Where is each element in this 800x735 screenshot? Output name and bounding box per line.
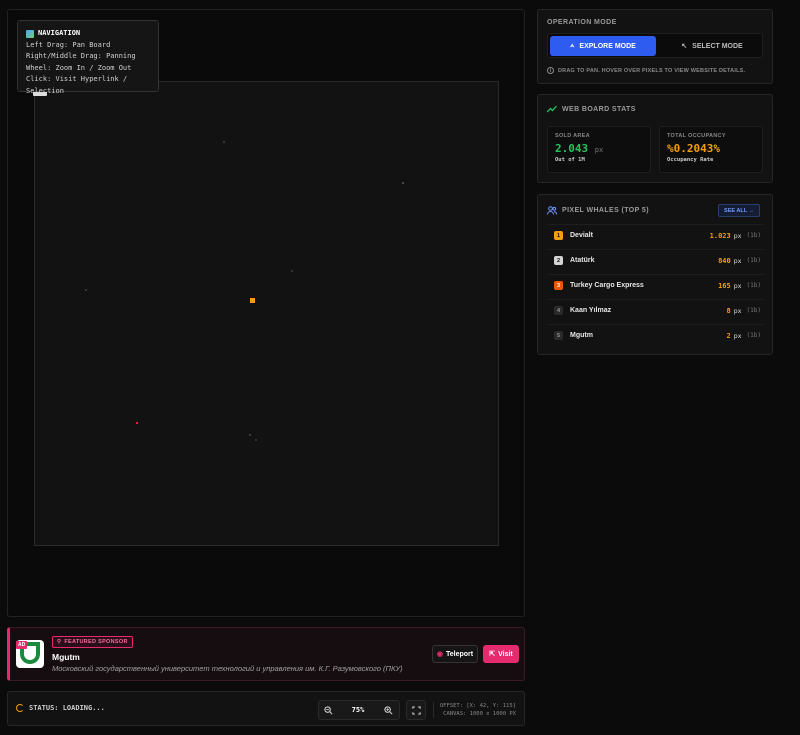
coordinates-readout: OFFSET: [X: 42, Y: 115] CANVAS: 1000 x 1… [432, 702, 516, 718]
users-icon [547, 206, 557, 215]
whale-name: Atatürk [570, 257, 595, 264]
whale-row[interactable]: 1 Devialt 1.023 px (1b) [547, 224, 763, 246]
sold-area-sub: Out of 1M [555, 157, 585, 163]
status-bar: STATUS: LOADING... 75% OFFSET: [X: 42, Y… [7, 691, 525, 726]
whale-count: (1b) [746, 232, 761, 239]
pixel-block[interactable] [291, 270, 293, 272]
occupancy-sub: Occupancy Rate [667, 157, 714, 163]
pixel-block[interactable] [250, 298, 255, 303]
sold-area-label: SOLD AREA [555, 133, 590, 139]
rank-badge: 5 [554, 331, 563, 340]
status-text: STATUS: LOADING... [16, 704, 105, 712]
sold-area-card: SOLD AREA 2.043 px Out of 1M [547, 126, 651, 173]
whale-row[interactable]: 3 Turkey Cargo Express 165 px (1b) [547, 274, 763, 296]
navigation-help-line: Wheel: Zoom In / Zoom Out [26, 63, 132, 72]
cursor-icon: ↖ [681, 43, 688, 50]
sold-area-value: 2.043 px [555, 142, 604, 155]
navigation-help-line: Click: Visit Hyperlink / Selection [26, 75, 128, 95]
whale-unit: px [733, 306, 742, 315]
pixel-block[interactable] [223, 141, 225, 143]
trending-up-icon [547, 105, 557, 113]
whale-name: Devialt [570, 232, 593, 239]
navigation-help-line: Right/Middle Drag: Panning [26, 52, 136, 60]
whale-unit: px [733, 281, 742, 290]
stats-header: WEB BOARD STATS [547, 105, 636, 113]
web-board-stats-panel: WEB BOARD STATS SOLD AREA 2.043 px Out o… [537, 94, 773, 183]
zoom-out-icon [323, 705, 332, 714]
whale-row[interactable]: 2 Atatürk 840 px (1b) [547, 249, 763, 271]
zoom-out-button[interactable] [318, 700, 338, 720]
pixel-board[interactable] [34, 81, 499, 546]
whale-row[interactable]: 5 Mgutm 2 px (1b) [547, 324, 763, 346]
sponsor-description: Московский государственный университет т… [52, 664, 403, 673]
external-link-icon: ⇱ [489, 651, 496, 658]
whale-name: Mgutm [570, 332, 593, 339]
pixel-whales-panel: PIXEL WHALES (TOP 5) SEE ALL → 1 Devialt… [537, 194, 773, 355]
teleport-button[interactable]: ◉ Teleport [432, 645, 478, 663]
zoom-in-button[interactable] [378, 700, 398, 720]
whale-count: (1b) [746, 257, 761, 264]
tab-explore-mode[interactable]: ⟑ EXPLORE MODE [550, 36, 656, 56]
fullscreen-icon [411, 705, 421, 715]
whale-name: Turkey Cargo Express [570, 282, 644, 289]
whale-unit: px [733, 331, 742, 340]
whales-title: PIXEL WHALES (TOP 5) [562, 207, 649, 214]
pixel-canvas-viewport[interactable] [7, 9, 525, 617]
pixel-block[interactable] [249, 434, 251, 436]
offset-readout: OFFSET: [X: 42, Y: 115] [439, 703, 516, 709]
mode-hint: i DRAG TO PAN. HOVER OVER PIXELS TO VIEW… [547, 67, 745, 74]
whale-pixels: 165 [718, 281, 731, 290]
info-icon: i [547, 67, 554, 74]
loading-spinner-icon [16, 704, 24, 712]
zoom-group: 75% [318, 700, 398, 720]
zoom-in-icon [383, 705, 392, 714]
featured-sponsor-panel: AD ⚲ FEATURED SPONSOR Mgutm Московский г… [7, 627, 525, 681]
pixel-block[interactable] [136, 422, 138, 424]
whale-name: Kaan Yılmaz [570, 307, 612, 314]
whale-count: (1b) [746, 332, 761, 339]
whale-pixels: 2 [726, 331, 731, 340]
operation-mode-panel: OPERATION MODE ⟑ EXPLORE MODE ↖ SELECT M… [537, 9, 773, 84]
whale-pixels: 1.023 [709, 231, 731, 240]
rank-badge: 1 [554, 231, 563, 240]
sponsor-name: Mgutm [52, 652, 80, 662]
rank-badge: 4 [554, 306, 563, 315]
tab-select-mode[interactable]: ↖ SELECT MODE [660, 36, 764, 56]
visit-button[interactable]: ⇱ Visit [483, 645, 519, 663]
occupancy-value: %0.2043% [667, 142, 720, 155]
whale-unit: px [733, 231, 742, 240]
map-icon [26, 29, 34, 38]
navigation-help-panel: NAVIGATION Left Drag: Pan Board Right/Mi… [17, 20, 159, 95]
whale-pixels: 840 [718, 256, 731, 265]
canvas-size-readout: CANVAS: 1000 x 1000 PX [443, 711, 516, 717]
see-all-button[interactable]: SEE ALL → [718, 204, 760, 217]
zoom-level: 75% [351, 706, 365, 714]
whales-header: PIXEL WHALES (TOP 5) [547, 206, 649, 215]
whale-unit: px [733, 256, 742, 265]
map-pin-icon: ◉ [436, 651, 443, 658]
featured-sponsor-badge: ⚲ FEATURED SPONSOR [52, 636, 133, 648]
whale-count: (1b) [746, 307, 761, 314]
whale-row[interactable]: 4 Kaan Yılmaz 8 px (1b) [547, 299, 763, 321]
whale-count: (1b) [746, 282, 761, 289]
fullscreen-button[interactable] [406, 700, 426, 720]
rank-badge: 3 [554, 281, 563, 290]
occupancy-card: TOTAL OCCUPANCY %0.2043% Occupancy Rate [659, 126, 763, 173]
rank-badge: 2 [554, 256, 563, 265]
navigation-help-title: NAVIGATION [26, 28, 150, 40]
pixel-block[interactable] [85, 289, 87, 291]
explore-icon: ⟑ [570, 42, 575, 49]
operation-mode-title: OPERATION MODE [547, 19, 617, 26]
occupancy-label: TOTAL OCCUPANCY [667, 133, 726, 139]
pixel-block[interactable] [255, 439, 257, 441]
stats-title: WEB BOARD STATS [562, 105, 636, 113]
ad-label: AD [16, 641, 28, 649]
mode-tabs: ⟑ EXPLORE MODE ↖ SELECT MODE [547, 33, 763, 58]
whale-pixels: 8 [726, 306, 731, 315]
pixel-block[interactable] [402, 182, 404, 184]
navigation-help-line: Left Drag: Pan Board [26, 40, 111, 49]
rocket-icon: ⚲ [57, 639, 62, 645]
